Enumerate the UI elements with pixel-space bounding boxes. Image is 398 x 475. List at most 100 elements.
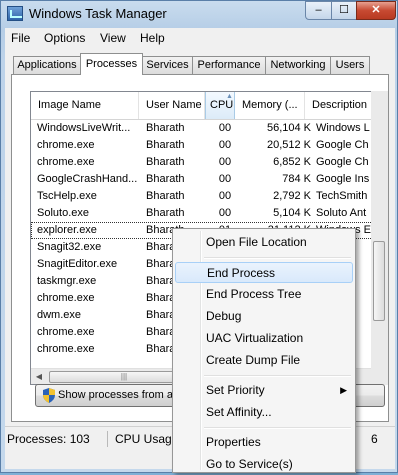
task-manager-app-icon: [7, 6, 23, 21]
table-row[interactable]: WindowsLiveWrit... Bharath 00 56,104 K Windo…: [31, 120, 371, 137]
status-cpu-usage: CPU Usage: [115, 432, 179, 446]
process-name-cell: Soluto.exe: [37, 207, 89, 219]
memory-cell: 5,104 K: [273, 207, 311, 219]
description-cell: Google Ins: [316, 173, 370, 185]
menu-file[interactable]: File: [11, 31, 30, 45]
sort-ascending-icon: ▲: [226, 93, 233, 100]
menu-item-set-priority[interactable]: Set Priority ▶: [175, 380, 353, 401]
window-title: Windows Task Manager: [29, 6, 167, 21]
menu-bar: File Options View Help: [5, 28, 395, 48]
menu-item-label: Open File Location: [206, 235, 307, 249]
cpu-cell: 00: [218, 173, 232, 185]
menu-help[interactable]: Help: [140, 31, 165, 45]
menu-item-uac-virtualization[interactable]: UAC Virtualization: [175, 328, 353, 349]
process-name-cell: dwm.exe: [37, 309, 82, 321]
menu-separator: [204, 257, 351, 259]
menu-separator: [204, 427, 351, 429]
menu-item-go-to-service-s[interactable]: Go to Service(s): [175, 454, 353, 475]
cpu-cell: 00: [218, 207, 232, 219]
tab-applications[interactable]: Applications: [13, 56, 81, 74]
column-cpu[interactable]: ▲ CPU: [205, 92, 235, 119]
tab-services[interactable]: Services: [142, 56, 193, 74]
menu-item-label: Properties: [206, 435, 261, 449]
cpu-cell: 00: [218, 122, 232, 134]
minimize-button[interactable]: –: [305, 1, 332, 20]
menu-item-set-affinity[interactable]: Set Affinity...: [175, 402, 353, 423]
cpu-cell: 00: [218, 139, 232, 151]
menu-view[interactable]: View: [100, 31, 126, 45]
cpu-cell: 00: [218, 156, 232, 168]
process-name-cell: WindowsLiveWrit...: [37, 122, 131, 134]
process-name-cell: chrome.exe: [37, 292, 95, 304]
memory-cell: 20,512 K: [266, 139, 311, 151]
menu-item-label: Set Priority: [206, 383, 265, 397]
menu-item-create-dump-file[interactable]: Create Dump File: [175, 350, 353, 371]
process-name-cell: Snagit32.exe: [37, 241, 102, 253]
menu-item-label: Go to Service(s): [206, 457, 293, 471]
title-bar[interactable]: Windows Task Manager – ☐ ✕: [1, 1, 397, 27]
process-name-cell: chrome.exe: [37, 343, 95, 355]
maximize-button[interactable]: ☐: [331, 1, 357, 20]
column-description[interactable]: Description: [305, 92, 371, 119]
memory-cell: 56,104 K: [266, 122, 311, 134]
user-name-cell: Bharath: [146, 173, 185, 185]
memory-cell: 784 K: [282, 173, 311, 185]
menu-item-label: Create Dump File: [206, 353, 301, 367]
menu-item-end-process[interactable]: End Process: [175, 262, 353, 283]
user-name-cell: Bharath: [146, 190, 185, 202]
process-name-cell: GoogleCrashHand...: [37, 173, 138, 185]
memory-cell: 2,792 K: [273, 190, 311, 202]
memory-cell: 6,852 K: [273, 156, 311, 168]
process-name-cell: chrome.exe: [37, 156, 95, 168]
process-name-cell: SnagitEditor.exe: [37, 258, 118, 270]
show-all-processes-label: Show processes from all: [58, 389, 178, 401]
menu-item-label: UAC Virtualization: [206, 331, 304, 345]
status-memory-tail: 6: [371, 432, 378, 446]
close-button[interactable]: ✕: [356, 1, 396, 20]
menu-item-label: Debug: [206, 309, 242, 323]
scroll-left-icon[interactable]: ◀: [31, 369, 47, 384]
menu-options[interactable]: Options: [44, 31, 85, 45]
status-process-count: Processes: 103: [7, 431, 108, 447]
menu-item-debug[interactable]: Debug: [175, 306, 353, 327]
column-memory[interactable]: Memory (...: [235, 92, 305, 119]
tab-users[interactable]: Users: [330, 56, 370, 74]
menu-item-label: End Process: [207, 266, 276, 280]
vertical-scroll-thumb[interactable]: [373, 241, 385, 321]
menu-separator: [204, 375, 351, 377]
user-name-cell: Bharath: [146, 139, 185, 151]
table-row[interactable]: Soluto.exe Bharath 00 5,104 K Soluto Ant: [31, 205, 371, 222]
tab-performance[interactable]: Performance: [192, 56, 266, 74]
table-row[interactable]: TscHelp.exe Bharath 00 2,792 K TechSmith: [31, 188, 371, 205]
tab-networking[interactable]: Networking: [265, 56, 331, 74]
description-cell: Windows L: [316, 122, 370, 134]
process-name-cell: taskmgr.exe: [37, 275, 97, 287]
process-name-cell: chrome.exe: [37, 139, 95, 151]
table-row[interactable]: chrome.exe Bharath 00 6,852 K Google Ch: [31, 154, 371, 171]
column-header: Image Name User Name ▲ CPU Memory (... D…: [31, 92, 371, 120]
column-user-name[interactable]: User Name: [139, 92, 205, 119]
column-cpu-label: CPU: [210, 99, 234, 111]
menu-item-properties[interactable]: Properties: [175, 432, 353, 453]
process-name-cell: chrome.exe: [37, 326, 95, 338]
menu-item-open-file-location[interactable]: Open File Location: [175, 232, 353, 253]
menu-item-label: End Process Tree: [206, 287, 302, 301]
user-name-cell: Bharath: [146, 156, 185, 168]
cpu-cell: 00: [218, 190, 232, 202]
description-cell: TechSmith: [316, 190, 368, 202]
description-cell: Soluto Ant: [316, 207, 367, 219]
menu-item-end-process-tree[interactable]: End Process Tree: [175, 284, 353, 305]
user-name-cell: Bharath: [146, 122, 185, 134]
process-name-cell: explorer.exe: [37, 224, 97, 236]
menu-item-label: Set Affinity...: [206, 405, 272, 419]
process-name-cell: TscHelp.exe: [37, 190, 97, 202]
description-cell: Google Ch: [316, 156, 369, 168]
submenu-arrow-icon: ▶: [340, 385, 347, 395]
table-row[interactable]: chrome.exe Bharath 00 20,512 K Google Ch: [31, 137, 371, 154]
table-row[interactable]: GoogleCrashHand... Bharath 00 784 K Google I…: [31, 171, 371, 188]
description-cell: Google Ch: [316, 139, 369, 151]
process-context-menu: Open File Location End Process End Process…: [172, 228, 356, 473]
tab-processes[interactable]: Processes: [80, 53, 143, 75]
column-image-name[interactable]: Image Name: [31, 92, 139, 119]
vertical-scrollbar[interactable]: [371, 91, 388, 385]
